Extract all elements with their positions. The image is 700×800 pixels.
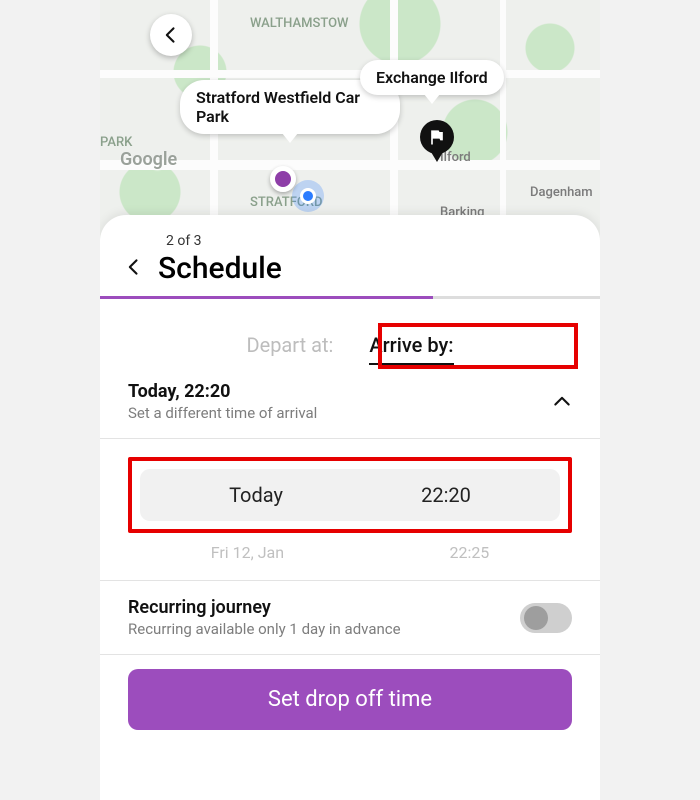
recurring-title: Recurring journey: [128, 597, 401, 618]
picker-day-next: Fri 12, Jan: [211, 543, 284, 562]
selected-time-subtext: Set a different time of arrival: [128, 404, 317, 422]
datetime-picker[interactable]: Today 22:20 Fri 12, Jan 22:25: [100, 439, 600, 580]
origin-pin-icon: [270, 166, 296, 192]
sheet-back-button[interactable]: [124, 257, 144, 281]
chevron-left-icon: [161, 25, 181, 45]
map-attribution: Google: [120, 149, 177, 170]
phone-frame: WALTHAMSTOW STRATFORD Ilford Barking Dag…: [100, 0, 600, 800]
progress-done: [100, 296, 433, 299]
recurring-subtext: Recurring available only 1 day in advanc…: [128, 620, 401, 638]
origin-label-text: Stratford Westfield Car Park: [196, 88, 360, 126]
datetime-picker-selected-row[interactable]: Today 22:20: [140, 469, 560, 521]
map-place-label: Dagenham: [530, 185, 593, 200]
selected-time-heading: Today, 22:20: [128, 381, 317, 402]
map-back-button[interactable]: [150, 14, 192, 56]
chevron-up-icon: [552, 392, 572, 412]
recurring-toggle[interactable]: [520, 603, 572, 633]
step-indicator: 2 of 3: [166, 233, 600, 249]
map-place-label: Ilford: [440, 150, 471, 165]
flag-icon: [427, 127, 447, 147]
map-place-label: PARK: [100, 135, 132, 150]
selected-time-section[interactable]: Today, 22:20 Set a different time of arr…: [100, 365, 600, 439]
progress-bar: [100, 296, 600, 299]
map-area[interactable]: WALTHAMSTOW STRATFORD Ilford Barking Dag…: [100, 0, 600, 240]
sheet-title: Schedule: [158, 251, 282, 286]
destination-label-text: Exchange Ilford: [376, 68, 488, 87]
set-dropoff-time-button[interactable]: Set drop off time: [128, 669, 572, 730]
gps-location-icon: [300, 188, 316, 204]
datetime-picker-next-row[interactable]: Fri 12, Jan 22:25: [128, 543, 572, 562]
picker-time-next: 22:25: [449, 543, 489, 562]
recurring-section: Recurring journey Recurring available on…: [100, 580, 600, 655]
destination-pin-icon: [420, 120, 454, 154]
tutorial-highlight-box: Today 22:20: [128, 457, 572, 533]
time-mode-tabs: Depart at: Arrive by:: [128, 327, 572, 365]
picker-time: 22:20: [421, 483, 471, 507]
tab-depart-at[interactable]: Depart at:: [246, 327, 333, 365]
map-place-label: WALTHAMSTOW: [250, 16, 349, 31]
chevron-left-icon: [124, 257, 144, 277]
map-road: [500, 0, 506, 240]
bottom-sheet: 2 of 3 Schedule Depart at: Arrive by: To…: [100, 215, 600, 800]
destination-label-chip[interactable]: Exchange Ilford: [360, 60, 504, 95]
picker-day: Today: [229, 483, 283, 507]
tab-arrive-by[interactable]: Arrive by:: [369, 327, 453, 365]
map-road: [100, 70, 600, 78]
